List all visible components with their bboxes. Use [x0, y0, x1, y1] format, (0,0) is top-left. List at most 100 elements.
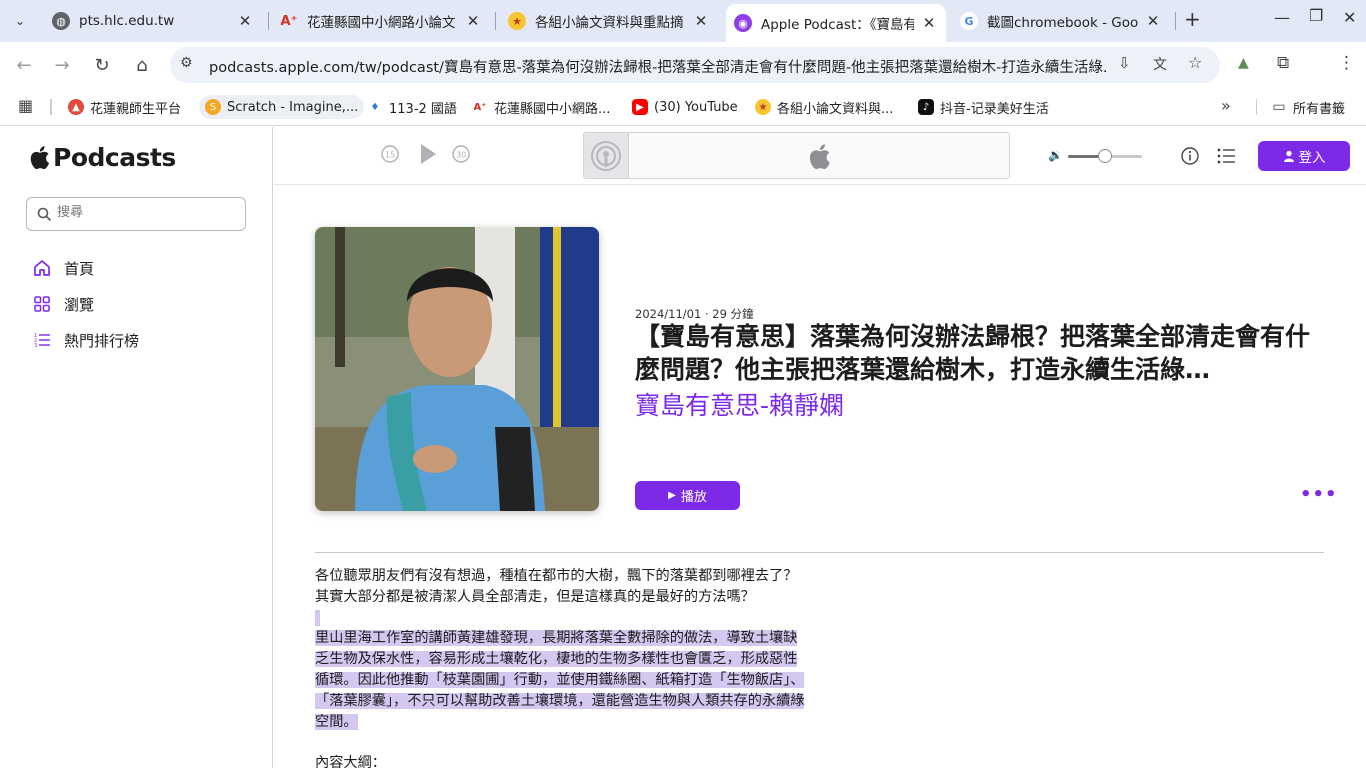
- apple-logo-icon: [809, 144, 830, 169]
- close-icon[interactable]: ✕: [464, 12, 482, 30]
- tab-pts[interactable]: ◍ pts.hlc.edu.tw ✕: [44, 6, 262, 36]
- bookmark-label: 113-2 國語: [389, 101, 457, 117]
- search-input[interactable]: [57, 205, 237, 220]
- volume-knob[interactable]: [1098, 149, 1112, 163]
- episode-title: 【寶島有意思】落葉為何沒辦法歸根？把落葉全部清走會有什麼問題？他主張把落葉還給樹…: [635, 322, 1311, 384]
- forward-button[interactable]: →: [50, 53, 74, 77]
- star-bookmark-icon[interactable]: ☆: [1188, 53, 1202, 72]
- star-eyes-emoji-icon: ★: [508, 12, 526, 30]
- show-link[interactable]: 寶島有意思-賴靜嫻: [635, 386, 844, 422]
- tab-divider: [1175, 12, 1176, 30]
- chevron-down-icon: ⌄: [14, 14, 26, 28]
- address-bar[interactable]: ⚙ podcasts.apple.com/tw/podcast/寶島有意思-落葉…: [170, 47, 1220, 83]
- scratch-icon: S: [205, 99, 221, 115]
- play-button[interactable]: ▶ 播放: [635, 481, 740, 510]
- bookmark-label: 各組小論文資料與...: [777, 101, 894, 117]
- bird-icon: ♦: [370, 101, 380, 113]
- bookmark-item[interactable]: ♦ 113-2 國語: [361, 95, 463, 119]
- close-icon[interactable]: ✕: [1144, 12, 1162, 30]
- tab-title: 花蓮縣國中小網路小論文: [307, 15, 456, 31]
- home-icon: [32, 258, 52, 278]
- bookmark-divider: [1256, 99, 1257, 115]
- skip-back-15-button[interactable]: 15: [380, 144, 400, 168]
- minimize-button[interactable]: —: [1274, 8, 1290, 27]
- extension-icon[interactable]: ▲: [1238, 55, 1249, 71]
- sidebar-item-browse[interactable]: 瀏覽: [32, 290, 94, 318]
- volume-slider[interactable]: [1068, 149, 1142, 163]
- skip-forward-30-button[interactable]: 30: [451, 144, 471, 168]
- description-line: 循環。因此他推動「枝葉園圃」行動，並使用鐵絲圈、紙箱打造「生物飯店」、: [315, 670, 875, 691]
- play-pause-button[interactable]: [418, 142, 438, 170]
- restore-button[interactable]: ❐: [1309, 6, 1323, 25]
- new-tab-button[interactable]: +: [1184, 7, 1201, 31]
- signin-button[interactable]: 登入: [1258, 141, 1350, 171]
- bookmark-item[interactable]: S Scratch - Imagine,...: [199, 95, 365, 119]
- podcasts-logo[interactable]: Podcasts: [30, 143, 176, 172]
- apps-grid-icon[interactable]: ▦: [18, 96, 33, 115]
- close-icon[interactable]: ✕: [692, 12, 710, 30]
- info-icon[interactable]: [1181, 147, 1199, 165]
- episode-artwork: [315, 227, 599, 511]
- forward-30-icon: 30: [452, 145, 470, 163]
- description-line: 其實大部分都是被清潔人員全部清走，但是這樣真的是最好的方法嗎？: [315, 588, 755, 605]
- tab-google-screenshot[interactable]: G 截圖chromebook - Google ✕: [952, 6, 1170, 36]
- bookmark-item[interactable]: ♪ 抖音-记录美好生活: [912, 95, 1055, 119]
- sidebar-item-label: 首頁: [64, 259, 95, 278]
- close-icon[interactable]: ✕: [236, 12, 254, 30]
- podcasts-icon: ◉: [734, 14, 752, 32]
- sidebar-item-label: 熱門排行榜: [64, 331, 140, 350]
- translate-icon[interactable]: 文: [1153, 54, 1167, 74]
- kebab-menu-icon[interactable]: ⋮: [1338, 53, 1355, 73]
- tab-title: pts.hlc.edu.tw: [79, 13, 175, 29]
- bookmark-item[interactable]: ▲ 花蓮親師生平台: [62, 95, 187, 119]
- tab-search-button[interactable]: ⌄: [8, 9, 32, 33]
- close-window-button[interactable]: ✕: [1343, 8, 1356, 27]
- play-label: 播放: [680, 490, 707, 505]
- sidebar-item-home[interactable]: 首頁: [32, 254, 94, 282]
- queue-list-icon[interactable]: [1217, 148, 1235, 164]
- sidebar-item-charts[interactable]: 123 熱門排行榜: [32, 326, 139, 354]
- tiktok-icon: ♪: [918, 99, 934, 115]
- volume-icon: 🔉: [1048, 148, 1063, 162]
- episode-page: 2024/11/01 · 29 分鐘 【寶島有意思】落葉為何沒辦法歸根？把落葉全…: [274, 186, 1366, 768]
- sidebar-item-label: 瀏覽: [64, 295, 95, 314]
- arrow-right-icon: →: [54, 54, 70, 76]
- reload-button[interactable]: ↻: [90, 53, 114, 77]
- search-icon: [37, 207, 51, 221]
- youtube-icon: ▶: [632, 99, 648, 115]
- tab-hualien-paper[interactable]: A⁺ 花蓮縣國中小網路小論文 ✕: [272, 6, 490, 36]
- bookmark-item[interactable]: ▶ (30) YouTube: [626, 95, 744, 119]
- bookmark-item[interactable]: A⁺ 花蓮縣國中小網路...: [466, 95, 616, 119]
- play-icon: ▶: [668, 490, 676, 501]
- description-line: 「落葉膠囊」，不只可以幫助改善土壤環境，還能營造生物與人類共存的永續綠: [315, 691, 875, 712]
- more-bookmarks-button[interactable]: »: [1221, 96, 1231, 115]
- highlighted-text: 空間。: [315, 713, 358, 730]
- globe-icon: ◍: [52, 12, 70, 30]
- apple-logo-icon: [30, 146, 50, 169]
- tab-group-materials[interactable]: ★ 各組小論文資料與重點摘 ✕: [500, 6, 718, 36]
- puzzle-extensions-icon[interactable]: ⧉: [1277, 53, 1289, 73]
- bookmark-label: Scratch - Imagine,...: [227, 99, 359, 115]
- highlighted-text: 「落葉膠囊」，不只可以幫助改善土壤環境，還能營造生物與人類共存的永續綠: [315, 692, 805, 709]
- now-playing-display: [583, 132, 1010, 179]
- reload-icon: ↻: [94, 54, 110, 76]
- search-field[interactable]: [26, 197, 246, 231]
- podcasts-icon: [591, 140, 621, 171]
- tab-apple-podcast[interactable]: ◉ Apple Podcast：《寶島有 ✕: [726, 4, 946, 42]
- description-blank: [315, 732, 875, 753]
- all-bookmarks-label: 所有書籤: [1293, 101, 1346, 117]
- url-text[interactable]: podcasts.apple.com/tw/podcast/寶島有意思-落葉為何…: [209, 56, 1109, 77]
- browse-grid-icon: [32, 294, 52, 314]
- tab-title: 各組小論文資料與重點摘: [535, 15, 684, 31]
- all-bookmarks-button[interactable]: ▭ 所有書籤: [1265, 95, 1351, 119]
- more-options-button[interactable]: •••: [1300, 484, 1338, 505]
- site-settings-icon[interactable]: ⚙: [180, 55, 193, 71]
- close-icon[interactable]: ✕: [920, 14, 938, 32]
- install-app-icon[interactable]: ⇩: [1118, 54, 1131, 72]
- a-plus-icon: A⁺: [280, 13, 298, 29]
- play-icon: [421, 144, 436, 164]
- sidebar: Podcasts 首頁 瀏覽 123 熱門排行榜: [0, 127, 273, 768]
- back-button[interactable]: ←: [12, 53, 36, 77]
- bookmark-item[interactable]: ★ 各組小論文資料與...: [749, 95, 899, 119]
- home-button[interactable]: ⌂: [130, 53, 154, 77]
